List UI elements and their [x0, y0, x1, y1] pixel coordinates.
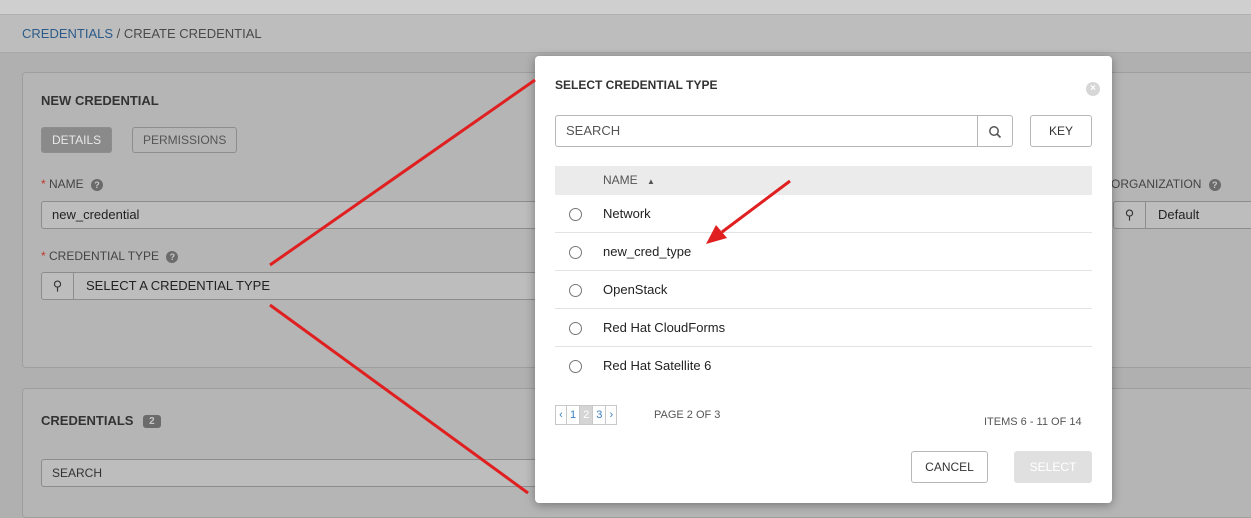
row-radio[interactable]: [569, 360, 582, 373]
search-icon[interactable]: ⚲: [1114, 202, 1146, 228]
row-radio[interactable]: [569, 246, 582, 259]
credential-type-placeholder: SELECT A CREDENTIAL TYPE: [86, 278, 270, 293]
search-icon[interactable]: [977, 116, 1012, 146]
breadcrumb-separator: /: [116, 26, 121, 41]
breadcrumb: CREDENTIALS / CREATE CREDENTIAL: [0, 15, 1251, 53]
credentials-list-title: CREDENTIALS 2: [41, 413, 161, 429]
search-icon[interactable]: ⚲: [42, 273, 74, 299]
name-column-header-text: NAME: [603, 173, 638, 187]
row-radio[interactable]: [569, 322, 582, 335]
help-icon[interactable]: ?: [91, 178, 104, 191]
table-row[interactable]: OpenStack: [555, 271, 1092, 309]
credential-type-lookup[interactable]: ⚲ SELECT A CREDENTIAL TYPE: [41, 272, 541, 300]
row-name: new_cred_type: [603, 244, 692, 259]
name-label: * NAME ?: [41, 177, 104, 191]
organization-label-text: ORGANIZATION: [1111, 177, 1202, 191]
tab-permissions[interactable]: PERMISSIONS: [132, 127, 238, 153]
page-3-button[interactable]: 3: [592, 405, 607, 425]
select-credential-type-modal: SELECT CREDENTIAL TYPE × SEARCH KEY NAME…: [535, 56, 1112, 503]
modal-search-input[interactable]: SEARCH: [555, 115, 1013, 147]
tab-details[interactable]: DETAILS: [41, 127, 113, 153]
breadcrumb-current: CREATE CREDENTIAL: [123, 26, 262, 41]
modal-title: SELECT CREDENTIAL TYPE: [555, 78, 718, 92]
pagination: ‹ 1 2 3 ›: [555, 405, 618, 425]
credential-type-label-text: CREDENTIAL TYPE: [49, 249, 160, 263]
modal-search-placeholder: SEARCH: [566, 123, 621, 138]
items-count: ITEMS 6 - 11 OF 14: [984, 416, 1082, 428]
close-icon[interactable]: ×: [1086, 82, 1100, 96]
name-field[interactable]: new_credential: [41, 201, 541, 229]
credentials-title-text: CREDENTIALS: [41, 413, 134, 428]
page-2-button[interactable]: 2: [579, 405, 594, 425]
table-row[interactable]: Red Hat Satellite 6: [555, 347, 1092, 385]
sort-ascending-icon: ▲: [647, 177, 655, 186]
organization-label: ORGANIZATION ?: [1111, 177, 1221, 191]
count-badge: 2: [143, 415, 161, 429]
top-nav-bar: [0, 0, 1251, 14]
table-row[interactable]: Network: [555, 195, 1092, 233]
help-icon[interactable]: ?: [166, 250, 179, 263]
credentials-search-input[interactable]: SEARCH: [41, 459, 541, 487]
help-icon[interactable]: ?: [1208, 178, 1221, 191]
row-name: Red Hat CloudForms: [603, 320, 726, 335]
table-row[interactable]: new_cred_type: [555, 233, 1092, 271]
row-name: Red Hat Satellite 6: [603, 358, 712, 373]
required-marker: *: [41, 177, 46, 191]
row-radio[interactable]: [569, 284, 582, 297]
breadcrumb-credentials-link[interactable]: CREDENTIALS: [22, 26, 113, 41]
name-column-header[interactable]: NAME ▲: [603, 166, 655, 196]
credential-type-label: * CREDENTIAL TYPE ?: [41, 249, 179, 263]
table-header: NAME ▲: [555, 166, 1092, 195]
cancel-button[interactable]: CANCEL: [911, 451, 988, 483]
row-radio[interactable]: [569, 208, 582, 221]
name-label-text: NAME: [49, 177, 84, 191]
page-indicator: PAGE 2 OF 3: [654, 409, 721, 421]
organization-lookup[interactable]: ⚲ Default: [1113, 201, 1251, 229]
next-page-button[interactable]: ›: [605, 405, 618, 425]
required-marker: *: [41, 249, 46, 263]
organization-value: Default: [1158, 207, 1200, 222]
row-name: OpenStack: [603, 282, 668, 297]
table-row[interactable]: Red Hat CloudForms: [555, 309, 1092, 347]
key-button[interactable]: KEY: [1030, 115, 1092, 147]
panel-title: NEW CREDENTIAL: [41, 93, 159, 108]
row-name: Network: [603, 206, 651, 221]
page-1-button[interactable]: 1: [566, 405, 581, 425]
select-button[interactable]: SELECT: [1014, 451, 1092, 483]
